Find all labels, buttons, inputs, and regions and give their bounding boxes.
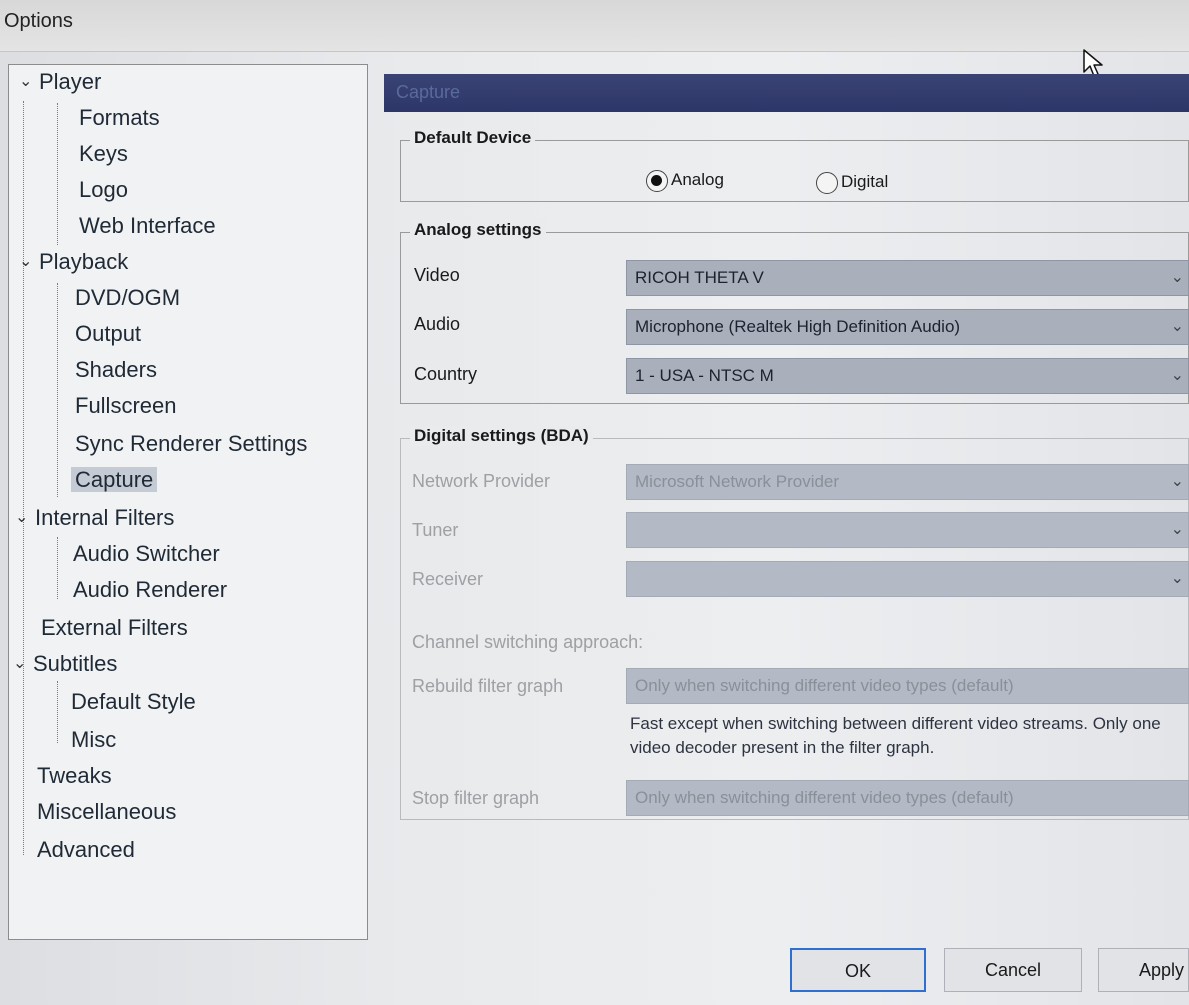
tree-item-keys[interactable]: Keys xyxy=(79,139,128,169)
default-device-legend: Default Device xyxy=(410,128,536,148)
title-bar[interactable]: Options xyxy=(0,0,1189,52)
tree-item-fullscreen[interactable]: Fullscreen xyxy=(75,391,176,421)
tuner-label: Tuner xyxy=(412,520,459,540)
stop-filter-graph-label: Stop filter graph xyxy=(412,788,540,808)
tree-item-miscellaneous[interactable]: Miscellaneous xyxy=(37,797,176,827)
rebuild-filter-graph-label: Rebuild filter graph xyxy=(412,676,564,696)
chevron-down-icon[interactable]: ⌄ xyxy=(13,649,33,679)
tree-item-sync-renderer-settings[interactable]: Sync Renderer Settings xyxy=(75,429,307,459)
tree-item-playback[interactable]: ⌄ Playback xyxy=(19,247,128,277)
tree-connector xyxy=(57,681,58,743)
tree-item-player[interactable]: ⌄ Player xyxy=(19,67,101,97)
default-device-group xyxy=(400,140,1189,202)
tree-item-web-interface[interactable]: Web Interface xyxy=(79,211,216,241)
tree-item-logo[interactable]: Logo xyxy=(79,175,128,205)
tree-item-audio-switcher[interactable]: Audio Switcher xyxy=(73,539,220,569)
country-label: Country xyxy=(414,364,478,384)
cancel-button[interactable]: Cancel xyxy=(944,948,1082,992)
digital-settings-legend: Digital settings (BDA) xyxy=(410,426,593,446)
tree-item-misc[interactable]: Misc xyxy=(71,725,116,755)
radio-unchecked-icon[interactable] xyxy=(816,171,838,194)
video-label: Video xyxy=(414,265,460,285)
audio-device-select[interactable]: Microphone (Realtek High Definition Audi… xyxy=(626,309,1189,345)
tree-connector xyxy=(57,537,58,599)
tree-item-shaders[interactable]: Shaders xyxy=(75,355,157,385)
network-provider-label: Network Provider xyxy=(412,471,551,491)
tree-connector xyxy=(23,101,24,855)
chevron-down-icon[interactable]: ⌄ xyxy=(1171,465,1184,499)
radio-digital[interactable]: Digital xyxy=(816,170,888,194)
channel-switching-label: Channel switching approach: xyxy=(412,632,644,652)
chevron-down-icon[interactable]: ⌄ xyxy=(19,247,39,277)
chevron-down-icon[interactable]: ⌄ xyxy=(1171,310,1184,344)
page-header: Capture xyxy=(384,74,1189,112)
country-select[interactable]: 1 - USA - NTSC M ⌄ xyxy=(626,358,1189,394)
tuner-select[interactable]: ⌄ xyxy=(626,512,1189,548)
apply-button[interactable]: Apply xyxy=(1098,948,1189,992)
chevron-down-icon[interactable]: ⌄ xyxy=(15,503,35,533)
page-title: Capture xyxy=(396,82,461,102)
options-tree[interactable]: ⌄ Player Formats Keys Logo Web Interface … xyxy=(8,64,368,940)
rebuild-filter-graph-note: Fast except when switching between diffe… xyxy=(630,714,1161,757)
network-provider-select[interactable]: Microsoft Network Provider ⌄ xyxy=(626,464,1189,500)
tree-item-internal-filters[interactable]: ⌄ Internal Filters xyxy=(15,503,174,533)
audio-label: Audio xyxy=(414,314,461,334)
ok-button[interactable]: OK xyxy=(790,948,926,992)
rebuild-filter-graph-select[interactable]: Only when switching different video type… xyxy=(626,668,1189,704)
chevron-down-icon[interactable]: ⌄ xyxy=(1171,261,1184,295)
stop-filter-graph-select[interactable]: Only when switching different video type… xyxy=(626,780,1189,816)
chevron-down-icon[interactable]: ⌄ xyxy=(1171,513,1184,547)
tree-item-external-filters[interactable]: External Filters xyxy=(41,613,188,643)
chevron-down-icon[interactable]: ⌄ xyxy=(1171,359,1184,393)
tree-item-capture[interactable]: Capture xyxy=(71,465,158,495)
tree-item-formats[interactable]: Formats xyxy=(79,103,160,133)
video-device-select[interactable]: RICOH THETA V ⌄ xyxy=(626,260,1189,296)
window-title: Options xyxy=(4,10,73,32)
tree-item-advanced[interactable]: Advanced xyxy=(37,835,135,865)
tree-item-output[interactable]: Output xyxy=(75,319,141,349)
chevron-down-icon[interactable]: ⌄ xyxy=(1171,562,1184,596)
chevron-down-icon[interactable]: ⌄ xyxy=(19,67,39,97)
radio-checked-icon[interactable] xyxy=(646,169,668,192)
tree-connector xyxy=(57,103,58,245)
tree-connector xyxy=(57,283,58,497)
radio-analog[interactable]: Analog xyxy=(646,168,724,192)
receiver-label: Receiver xyxy=(412,569,484,589)
tree-item-audio-renderer[interactable]: Audio Renderer xyxy=(73,575,227,605)
tree-item-tweaks[interactable]: Tweaks xyxy=(37,761,112,791)
analog-settings-legend: Analog settings xyxy=(410,220,546,240)
tree-item-dvd-ogm[interactable]: DVD/OGM xyxy=(75,283,180,313)
tree-item-default-style[interactable]: Default Style xyxy=(71,687,196,717)
tree-item-subtitles[interactable]: ⌄ Subtitles xyxy=(13,649,117,679)
receiver-select[interactable]: ⌄ xyxy=(626,561,1189,597)
options-window: Options ⌄ Player Formats Keys Logo Web In… xyxy=(0,0,1189,1005)
